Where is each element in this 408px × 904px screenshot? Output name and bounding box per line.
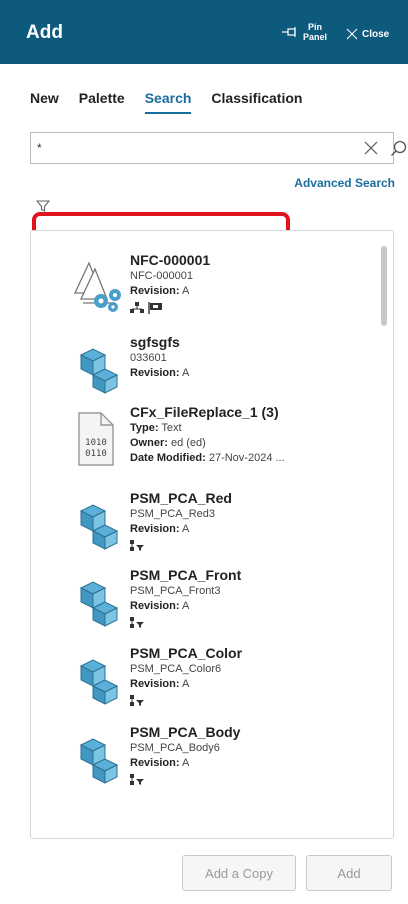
item-revision: Revision: A — [130, 285, 190, 297]
list-item-psm-pca-body[interactable]: PSM_PCA_Body PSM_PCA_Body6 Revision: A — [31, 723, 371, 793]
svg-text:0110: 0110 — [85, 449, 107, 459]
item-name: PSM_PCA_Body — [130, 724, 241, 740]
tab-search[interactable]: Search — [144, 88, 191, 118]
search-input[interactable] — [37, 137, 327, 159]
scrollbar-thumb[interactable] — [381, 246, 387, 326]
structure-filter-badge-icon — [130, 774, 144, 785]
item-name: PSM_PCA_Color — [130, 645, 243, 661]
list-item-cfx-filereplace[interactable]: 1010 0110 CFx_FileReplace_1 (3) Type: Te… — [31, 403, 371, 475]
part-icon — [79, 348, 119, 394]
list-item-sgfsgfs[interactable]: sgfsgfs 033601 Revision: A — [31, 333, 371, 394]
panel-header: Add Pin Panel Close — [0, 0, 408, 64]
part-icon — [79, 659, 119, 705]
svg-text:1010: 1010 — [85, 438, 107, 448]
pin-icon — [282, 27, 296, 37]
pin-panel-button[interactable]: Pin Panel — [281, 22, 327, 42]
item-name: CFx_FileReplace_1 (3) — [130, 404, 279, 420]
panel-title: Add — [26, 22, 63, 43]
item-name: PSM_PCA_Front — [130, 567, 242, 583]
tab-bar: New Palette Search Classification — [30, 88, 302, 118]
list-item-psm-pca-front[interactable]: PSM_PCA_Front PSM_PCA_Front3 Revision: A — [31, 566, 371, 636]
item-revision: Revision: A — [130, 757, 190, 769]
clear-icon[interactable] — [364, 141, 378, 155]
item-subtitle: PSM_PCA_Body6 — [130, 742, 220, 754]
structure-filter-badge-icon — [130, 540, 144, 551]
tab-classification[interactable]: Classification — [211, 88, 302, 118]
part-icon — [79, 738, 119, 784]
item-subtitle: PSM_PCA_Red3 — [130, 508, 215, 520]
item-type: Type: Text — [130, 422, 182, 434]
pin-panel-label: Pin Panel — [303, 22, 328, 42]
item-name: PSM_PCA_Red — [130, 490, 232, 506]
structure-filter-badge-icon — [130, 617, 144, 628]
structure-badge-icon — [130, 302, 144, 313]
item-name: NFC-000001 — [130, 252, 211, 268]
item-owner: Owner: ed (ed) — [130, 437, 206, 449]
assembly-icon — [73, 261, 121, 312]
filter-icon[interactable] — [36, 200, 50, 212]
flag-badge-icon — [148, 302, 162, 314]
structure-filter-badge-icon — [130, 695, 144, 706]
advanced-search-link[interactable]: Advanced Search — [294, 176, 395, 190]
item-date-modified: Date Modified: 27-Nov-2024 ... — [130, 452, 285, 464]
close-label: Close — [362, 28, 390, 40]
close-button[interactable]: Close — [346, 28, 389, 40]
search-box — [30, 132, 407, 164]
item-revision: Revision: A — [130, 600, 190, 612]
search-icon[interactable] — [390, 140, 407, 157]
tab-palette[interactable]: Palette — [79, 88, 125, 118]
add-button[interactable]: Add — [306, 855, 392, 891]
item-revision: Revision: A — [130, 678, 190, 690]
tab-new[interactable]: New — [30, 88, 59, 118]
part-icon — [79, 504, 119, 550]
item-subtitle: NFC-000001 — [130, 270, 193, 282]
item-subtitle: PSM_PCA_Color6 — [130, 663, 222, 675]
item-revision: Revision: A — [130, 523, 190, 535]
list-item-psm-pca-red[interactable]: PSM_PCA_Red PSM_PCA_Red3 Revision: A — [31, 489, 371, 559]
binary-file-icon: 1010 0110 — [78, 412, 114, 466]
add-a-copy-button[interactable]: Add a Copy — [182, 855, 296, 891]
item-name: sgfsgfs — [130, 334, 180, 350]
results-list: NFC-000001 NFC-000001 Revision: A sgfsgf… — [30, 230, 394, 839]
close-icon — [346, 28, 358, 40]
item-revision: Revision: A — [130, 367, 190, 379]
part-icon — [79, 581, 119, 627]
item-subtitle: 033601 — [130, 352, 167, 364]
list-item-nfc-000001[interactable]: NFC-000001 NFC-000001 Revision: A — [31, 251, 371, 325]
list-item-psm-pca-color[interactable]: PSM_PCA_Color PSM_PCA_Color6 Revision: A — [31, 644, 371, 714]
item-subtitle: PSM_PCA_Front3 — [130, 585, 221, 597]
